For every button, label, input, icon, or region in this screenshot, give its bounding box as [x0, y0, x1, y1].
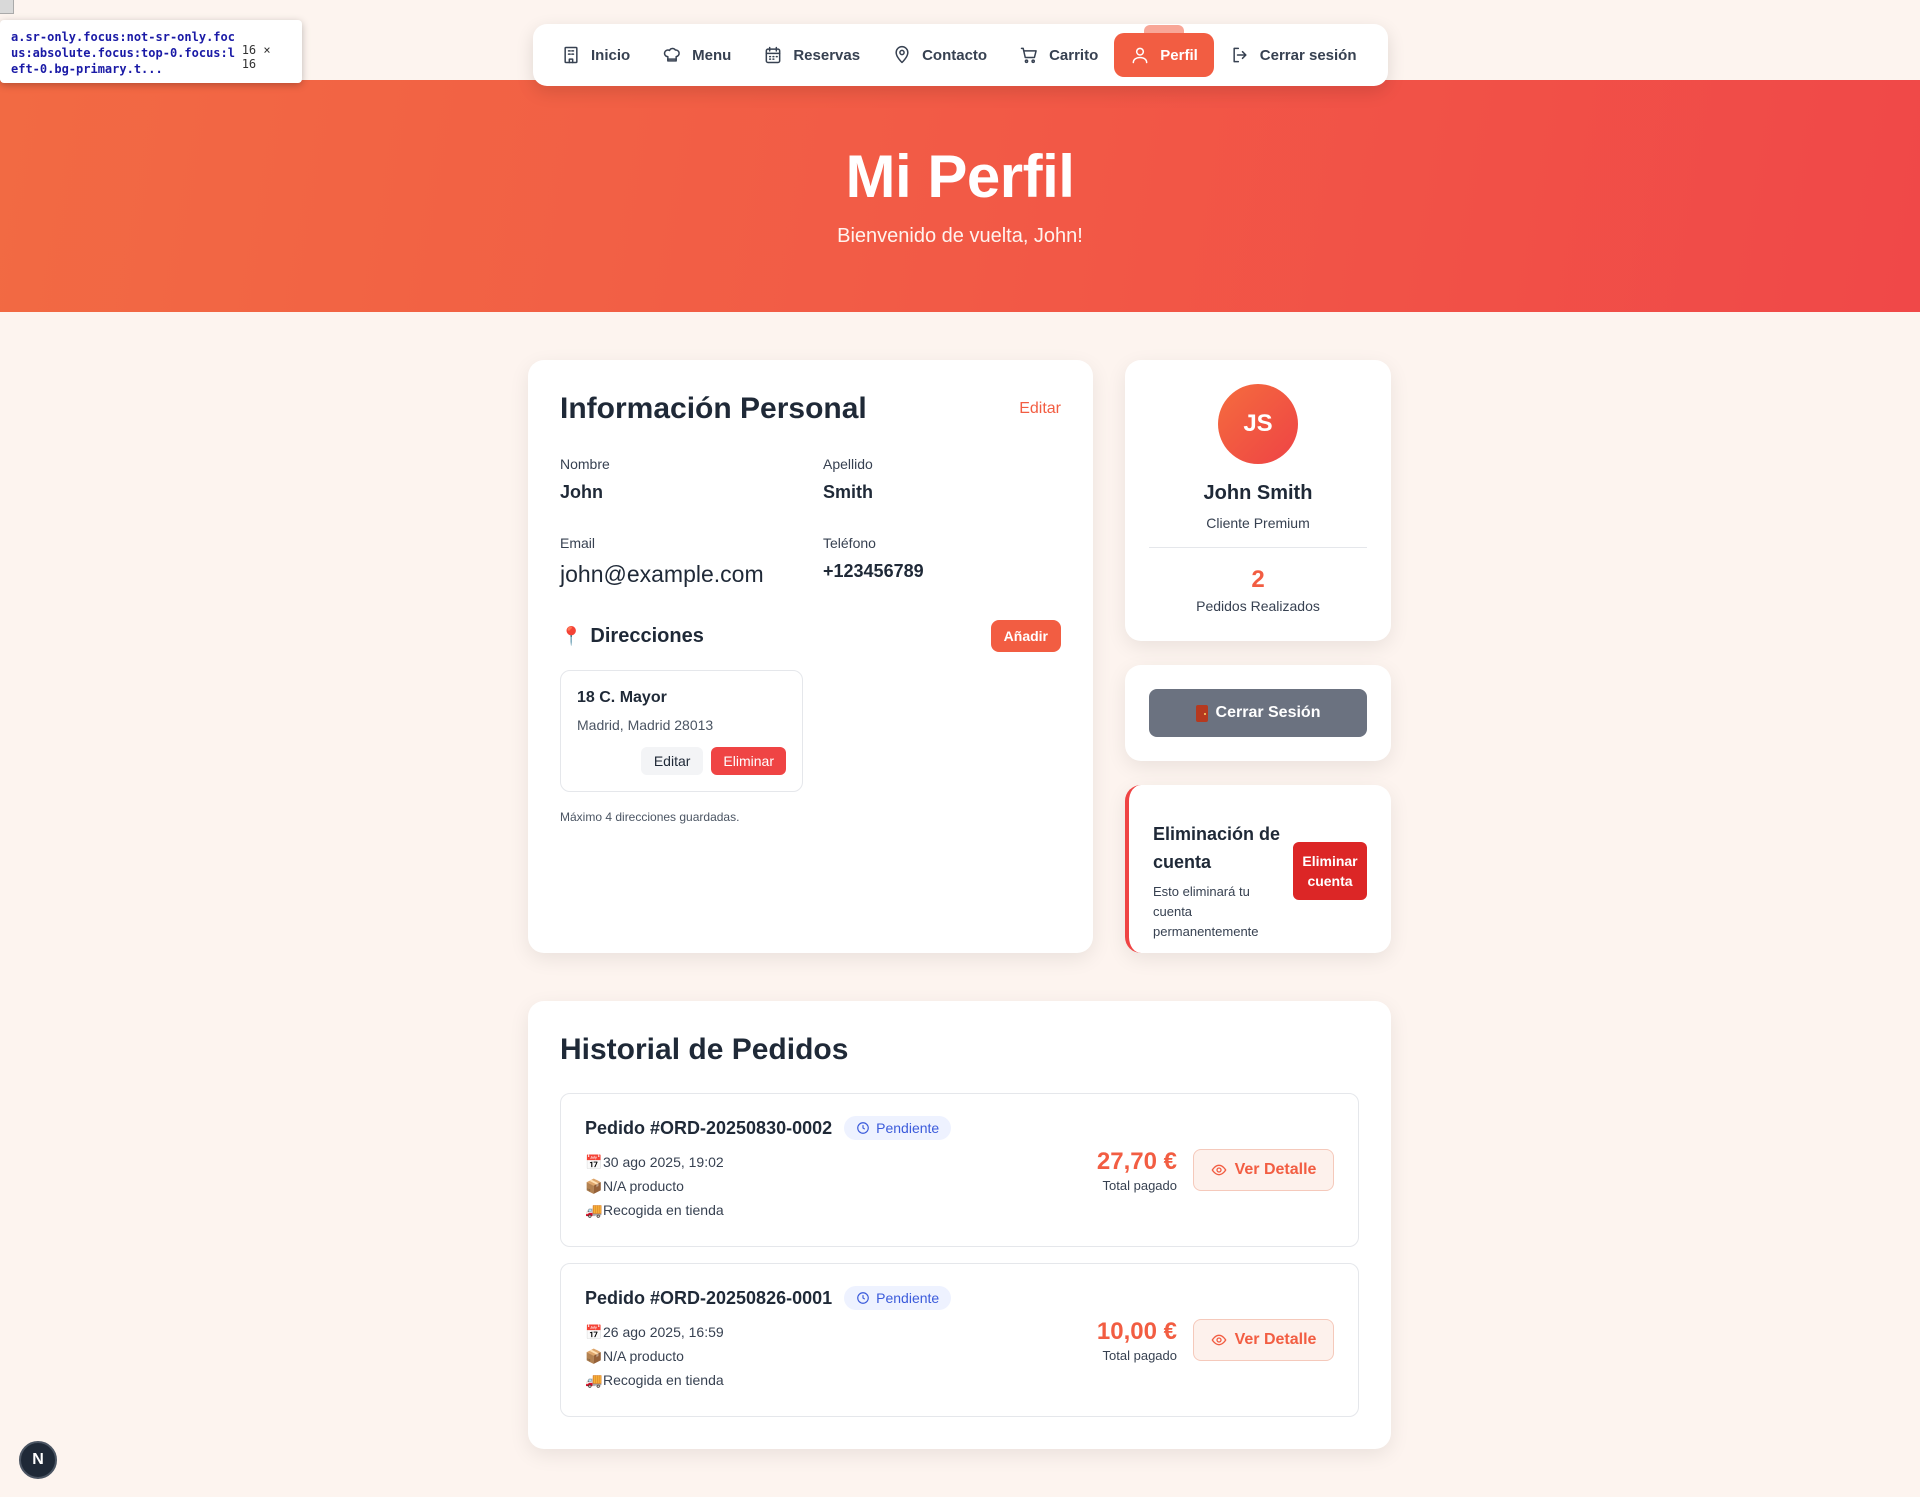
clock-icon [857, 1292, 869, 1304]
nav-label: Menu [692, 46, 732, 64]
devtools-size: 16 × 16 [241, 43, 271, 71]
order-history-card: Historial de Pedidos Pedido #ORD-2025083… [528, 1001, 1391, 1449]
nav-label: Reservas [793, 46, 861, 64]
order-total-label: Total pagado [1102, 1177, 1177, 1193]
nav-label: Inicio [591, 46, 631, 64]
order-total-label: Total pagado [1102, 1347, 1177, 1363]
map-pin-icon [895, 45, 909, 64]
nav-inicio[interactable]: Inicio [545, 33, 646, 77]
order-products: N/A producto [603, 1348, 684, 1364]
profile-name: John Smith [1203, 482, 1313, 504]
logout-card: Cerrar Sesión [1125, 665, 1391, 761]
nombre-label: Nombre [560, 456, 610, 472]
avatar: JS [1218, 384, 1298, 464]
truck-icon: 🚚 [585, 1372, 603, 1388]
devtools-selector: a.sr-only.focus:not-sr-only.focus:absolu… [11, 30, 235, 76]
nombre-value: John [560, 482, 603, 502]
order-date: 26 ago 2025, 16:59 [603, 1324, 724, 1340]
nextjs-dev-badge[interactable]: N [19, 1441, 57, 1479]
apellido-value: Smith [823, 482, 874, 502]
delete-address-button[interactable]: Eliminar [711, 747, 786, 775]
address-city: Madrid, Madrid 28013 [577, 717, 714, 733]
devtools-corner [0, 0, 14, 14]
addresses-hint: Máximo 4 direcciones guardadas. [560, 810, 740, 824]
user-icon [1132, 47, 1148, 64]
nav-label: Carrito [1049, 46, 1099, 64]
delete-account-title: Eliminación de cuenta [1153, 824, 1281, 872]
truck-icon: 🚚 [585, 1202, 603, 1218]
order-delivery: Recogida en tienda [603, 1202, 724, 1218]
edit-address-button[interactable]: Editar [640, 747, 704, 775]
email-label: Email [560, 535, 596, 551]
nav-contacto[interactable]: Contacto [876, 33, 1003, 77]
email-value: john@example.com [560, 561, 764, 587]
telefono-label: Teléfono [823, 535, 876, 551]
pushpin-icon: 📍 [560, 625, 583, 646]
profile-tier: Cliente Premium [1206, 515, 1310, 531]
order-total: 27,70 € [1096, 1147, 1177, 1175]
order-id: Pedido #ORD-20250830-0002 [585, 1117, 833, 1138]
chef-hat-icon [664, 47, 681, 62]
status-badge: Pendiente [844, 1286, 952, 1310]
calendar-emoji-icon: 📅 [585, 1324, 603, 1340]
hero-banner: Mi Perfil Bienvenido de vuelta, John! [0, 80, 1920, 312]
nav-label: Cerrar sesión [1259, 46, 1357, 64]
delete-account-button[interactable]: Eliminar cuenta [1293, 842, 1367, 900]
orders-count-label: Pedidos Realizados [1196, 598, 1320, 614]
status-label: Pendiente [876, 1290, 940, 1306]
order-item: Pedido #ORD-20250826-0001 Pendiente 📅26 … [560, 1263, 1359, 1417]
apellido-label: Apellido [823, 456, 873, 472]
order-id: Pedido #ORD-20250826-0001 [585, 1287, 833, 1308]
package-icon: 📦 [585, 1348, 603, 1364]
nav-menu[interactable]: Menu [646, 33, 747, 77]
view-detail-button[interactable]: Ver Detalle [1193, 1149, 1334, 1191]
order-total: 10,00 € [1096, 1317, 1177, 1345]
profile-summary-card: JS John Smith Cliente Premium 2 Pedidos … [1125, 360, 1391, 641]
personal-info-card: Información Personal Editar Nombre John … [528, 360, 1093, 953]
cart-icon [1020, 47, 1037, 64]
view-detail-button[interactable]: Ver Detalle [1193, 1319, 1334, 1361]
personal-info-title: Información Personal [560, 392, 867, 425]
eye-icon [1211, 1164, 1227, 1176]
add-address-button[interactable]: Añadir [990, 620, 1061, 652]
addresses-title: Direcciones [590, 624, 704, 647]
order-item: Pedido #ORD-20250830-0002 Pendiente 📅30 … [560, 1093, 1359, 1247]
divider [1149, 547, 1367, 548]
door-icon [1195, 704, 1208, 722]
status-label: Pendiente [876, 1120, 940, 1136]
status-badge: Pendiente [844, 1116, 952, 1140]
welcome-text: Bienvenido de vuelta, John! [837, 225, 1083, 247]
nav-reservas[interactable]: Reservas [747, 33, 876, 77]
calendar-icon [765, 46, 781, 64]
orders-count: 2 [1251, 566, 1265, 593]
main-nav: Inicio Menu Reservas Contacto Carrito Pe… [533, 24, 1388, 86]
edit-profile-link[interactable]: Editar [1019, 400, 1061, 418]
logout-icon [1233, 47, 1247, 63]
address-card: 18 C. Mayor Madrid, Madrid 28013 Editar … [560, 670, 803, 792]
delete-account-description: Esto eliminará tu cuenta permanentemente [1153, 884, 1259, 939]
eye-icon [1211, 1334, 1227, 1346]
view-detail-label: Ver Detalle [1234, 1331, 1317, 1348]
delete-account-card: Eliminación de cuenta Esto eliminará tu … [1125, 785, 1391, 953]
view-detail-label: Ver Detalle [1234, 1161, 1317, 1178]
telefono-value: +123456789 [823, 561, 924, 581]
logout-button[interactable]: Cerrar Sesión [1149, 689, 1367, 737]
nav-label: Contacto [922, 46, 988, 64]
order-delivery: Recogida en tienda [603, 1372, 724, 1388]
order-history-title: Historial de Pedidos [560, 1033, 849, 1066]
order-date: 30 ago 2025, 19:02 [603, 1154, 724, 1170]
logout-label: Cerrar Sesión [1215, 704, 1321, 721]
page-title: Mi Perfil [845, 143, 1075, 210]
calendar-emoji-icon: 📅 [585, 1154, 603, 1170]
clock-icon [857, 1122, 869, 1134]
nav-cerrar-sesion[interactable]: Cerrar sesión [1214, 33, 1373, 77]
devtools-tooltip: a.sr-only.focus:not-sr-only.focus:absolu… [0, 20, 302, 83]
package-icon: 📦 [585, 1178, 603, 1194]
nav-carrito[interactable]: Carrito [1003, 33, 1114, 77]
nav-perfil[interactable]: Perfil [1114, 25, 1214, 77]
address-street: 18 C. Mayor [577, 689, 667, 706]
building-icon [564, 46, 578, 64]
order-products: N/A producto [603, 1178, 684, 1194]
nav-label: Perfil [1160, 46, 1198, 64]
